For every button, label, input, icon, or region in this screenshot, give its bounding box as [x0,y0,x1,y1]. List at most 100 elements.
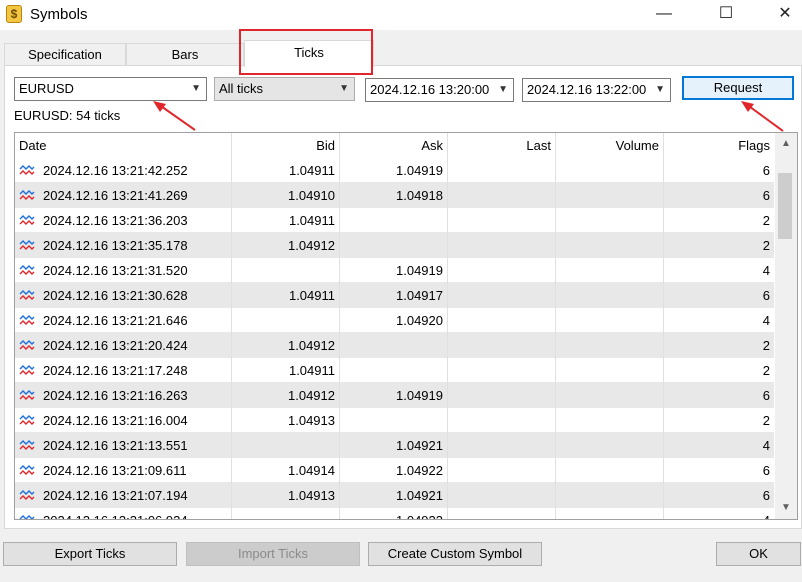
cell-volume [556,408,664,433]
cell-bid: 1.04913 [232,483,340,508]
cell-bid [232,508,340,519]
cell-date: 2024.12.16 13:21:16.263 [15,383,232,408]
cell-last [448,183,556,208]
date-text: 2024.12.16 13:21:42.252 [43,163,188,178]
date-text: 2024.12.16 13:21:20.424 [43,338,188,353]
table-row[interactable]: 2024.12.16 13:21:13.551 1.04921 4 [15,433,774,458]
tick-icon [19,190,35,200]
minimize-button[interactable]: — [641,0,687,30]
cell-last [448,283,556,308]
tick-icon [19,465,35,475]
cell-ask: 1.04921 [340,483,448,508]
ticks-tab-highlight [239,29,373,75]
tick-icon [19,290,35,300]
cell-ask [340,333,448,358]
cell-flags: 6 [762,288,770,303]
date-from-value: 2024.12.16 13:20:00 [370,82,490,97]
annotation-arrow-symbol [153,101,196,131]
cell-date: 2024.12.16 13:21:30.628 [15,283,232,308]
close-button[interactable]: ✕ [762,0,802,30]
scroll-down-icon[interactable]: ▼ [775,499,797,517]
cell-date: 2024.12.16 13:21:17.248 [15,358,232,383]
cell-date: 2024.12.16 13:21:07.194 [15,483,232,508]
table-row[interactable]: 2024.12.16 13:21:17.248 1.04911 2 [15,358,774,383]
export-ticks-button[interactable]: Export Ticks [3,542,177,566]
column-header-bid[interactable]: Bid [232,133,340,158]
title-bar: $ Symbols — ☐ ✕ [0,0,802,30]
scroll-thumb[interactable] [778,173,792,239]
cell-volume [556,483,664,508]
column-header-ask[interactable]: Ask [340,133,448,158]
table-row[interactable]: 2024.12.16 13:21:30.628 1.04911 1.04917 6 [15,283,774,308]
cell-flags: 4 [762,438,770,453]
tab-specification[interactable]: Specification [4,43,126,66]
cell-volume [556,158,664,183]
table-row[interactable]: 2024.12.16 13:21:16.263 1.04912 1.04919 6 [15,383,774,408]
table-row[interactable]: 2024.12.16 13:21:16.004 1.04913 2 [15,408,774,433]
cell-bid: 1.04914 [232,458,340,483]
column-header-last[interactable]: Last [448,133,556,158]
request-button[interactable]: Request [682,76,794,100]
cell-flags: 2 [762,363,770,378]
cell-bid [232,258,340,283]
cell-flags: 6 [762,163,770,178]
cell-ask [340,233,448,258]
cell-ask [340,208,448,233]
window-title: Symbols [30,6,88,23]
cell-bid: 1.04911 [232,358,340,383]
table-row[interactable]: 2024.12.16 13:21:36.203 1.04911 2 [15,208,774,233]
tick-icon [19,490,35,500]
table-row[interactable]: 2024.12.16 13:21:06.924 1.04923 4 [15,508,774,519]
cell-last [448,458,556,483]
cell-flags: 6 [762,463,770,478]
cell-date: 2024.12.16 13:21:42.252 [15,158,232,183]
cell-bid: 1.04911 [232,208,340,233]
tick-icon [19,415,35,425]
scroll-up-icon[interactable]: ▲ [775,135,797,153]
cell-volume [556,233,664,258]
column-header-volume[interactable]: Volume [556,133,664,158]
import-ticks-button[interactable]: Import Ticks [186,542,360,566]
cell-last [448,258,556,283]
table-row[interactable]: 2024.12.16 13:21:31.520 1.04919 4 [15,258,774,283]
symbol-select[interactable]: EURUSD ▼ [14,77,207,101]
table-row[interactable]: 2024.12.16 13:21:41.269 1.04910 1.04918 6 [15,183,774,208]
tab-bars[interactable]: Bars [126,43,244,66]
cell-last [448,333,556,358]
date-from-picker[interactable]: 2024.12.16 13:20:00 ▼ [365,78,514,102]
date-to-picker[interactable]: 2024.12.16 13:22:00 ▼ [522,78,671,102]
tick-type-select[interactable]: All ticks ▼ [214,77,355,101]
column-header-flags[interactable]: Flags [664,133,774,158]
table-row[interactable]: 2024.12.16 13:21:35.178 1.04912 2 [15,233,774,258]
date-text: 2024.12.16 13:21:17.248 [43,363,188,378]
table-row[interactable]: 2024.12.16 13:21:42.252 1.04911 1.04919 6 [15,158,774,183]
table-row[interactable]: 2024.12.16 13:21:09.611 1.04914 1.04922 6 [15,458,774,483]
cell-ask: 1.04921 [340,433,448,458]
date-text: 2024.12.16 13:21:30.628 [43,288,188,303]
maximize-button[interactable]: ☐ [703,0,749,30]
cell-bid: 1.04910 [232,183,340,208]
tick-icon [19,365,35,375]
column-header-date[interactable]: Date [15,133,232,158]
cell-last [448,433,556,458]
cell-last [448,383,556,408]
cell-flags: 6 [762,388,770,403]
cell-date: 2024.12.16 13:21:35.178 [15,233,232,258]
vertical-scrollbar[interactable]: ▲ ▼ [775,133,797,519]
annotation-arrow-request [741,101,784,132]
table-row[interactable]: 2024.12.16 13:21:07.194 1.04913 1.04921 6 [15,483,774,508]
cell-bid: 1.04912 [232,233,340,258]
ok-button[interactable]: OK [716,542,801,566]
ticks-table: Date Bid Ask Last Volume Flags 2024.12.1… [14,132,798,520]
table-row[interactable]: 2024.12.16 13:21:20.424 1.04912 2 [15,333,774,358]
create-custom-symbol-button[interactable]: Create Custom Symbol [368,542,542,566]
table-row[interactable]: 2024.12.16 13:21:21.646 1.04920 4 [15,308,774,333]
cell-volume [556,358,664,383]
cell-date: 2024.12.16 13:21:21.646 [15,308,232,333]
tick-icon [19,315,35,325]
cell-ask: 1.04917 [340,283,448,308]
cell-ask [340,408,448,433]
date-text: 2024.12.16 13:21:31.520 [43,263,188,278]
cell-flags: 4 [762,263,770,278]
cell-volume [556,508,664,519]
